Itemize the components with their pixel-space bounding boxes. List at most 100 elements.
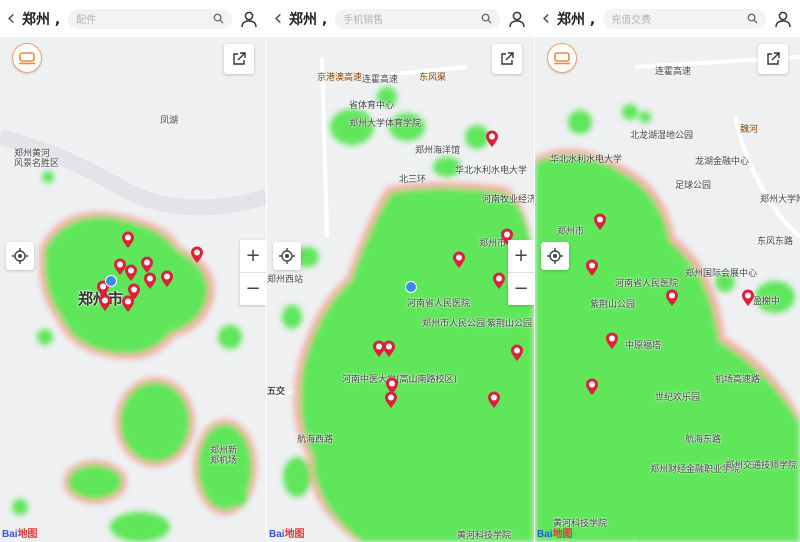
zoom-out-button[interactable]: − bbox=[508, 273, 534, 305]
map-label: 华北水利水电大学 bbox=[550, 155, 623, 165]
map-label: 风景名胜区 bbox=[14, 159, 60, 169]
map-label: 连霍高速 bbox=[655, 67, 692, 77]
map-label: 五交 bbox=[267, 387, 286, 397]
baidu-map-text: 地图 bbox=[17, 529, 38, 540]
back-icon[interactable]: ‹ bbox=[0, 0, 22, 37]
pin-icon[interactable] bbox=[384, 391, 398, 409]
road-label: 魏河 bbox=[740, 125, 759, 135]
baidu-brand: Bai bbox=[269, 529, 285, 540]
map-label: 郑州国际会展中心 bbox=[685, 269, 758, 279]
map-label: 紫荆山公园 bbox=[590, 300, 636, 310]
search-icon[interactable] bbox=[213, 13, 224, 24]
search-icon[interactable] bbox=[481, 13, 492, 24]
city-selector[interactable]: 郑州 , bbox=[557, 9, 595, 29]
pin-icon[interactable] bbox=[665, 289, 679, 307]
back-icon[interactable]: ‹ bbox=[535, 0, 557, 37]
pin-icon[interactable] bbox=[585, 378, 599, 396]
zoom-in-button[interactable]: + bbox=[240, 240, 266, 273]
map-label: 河南省人民医院 bbox=[615, 279, 679, 289]
map-label: 中原福塔 bbox=[625, 341, 662, 351]
map-label: 足球公园 bbox=[675, 181, 712, 191]
pin-icon[interactable] bbox=[510, 344, 524, 362]
share-icon[interactable] bbox=[758, 44, 788, 74]
search-input[interactable]: 充值交费 bbox=[603, 8, 766, 29]
map-label: 黄河科技学院 bbox=[457, 531, 512, 541]
zoom-in-button[interactable]: + bbox=[508, 240, 534, 273]
zoom-control: + − bbox=[240, 240, 266, 305]
map-panel-1: ‹ 郑州 , 配件 凤湖 郑州黄河 风景名胜区 郑州新 郑机场 + − Bai地… bbox=[0, 0, 266, 542]
baidu-logo: Bai地图 bbox=[269, 525, 305, 540]
pin-icon[interactable] bbox=[741, 289, 755, 307]
screenshot-root: ‹ 郑州 , 配件 凤湖 郑州黄河 风景名胜区 郑州新 郑机场 + − Bai地… bbox=[0, 0, 800, 542]
logo-icon[interactable] bbox=[12, 43, 42, 73]
pin-icon[interactable] bbox=[605, 332, 619, 350]
pin-icon[interactable] bbox=[487, 391, 501, 409]
map-panel-2: ‹ 郑州 , 手机销售 京港澳高速 连霍高速 东风渠 省体育中心 郑州大学体育学… bbox=[267, 0, 534, 542]
map-label: 盈榭中 bbox=[753, 297, 781, 307]
map-label: 河南牧业经济学院(北林校区) bbox=[482, 195, 534, 205]
map-label: 华北水利水电大学 bbox=[455, 166, 528, 176]
map-label: 北龙湖湿地公园 bbox=[630, 131, 694, 141]
pin-icon[interactable] bbox=[492, 272, 506, 290]
road-label: 京港澳高速 bbox=[317, 73, 363, 83]
map-label: 连霍高速 bbox=[362, 75, 399, 85]
pin-icon[interactable] bbox=[121, 231, 135, 249]
map-label: 机场高速路 bbox=[715, 375, 761, 385]
map-label: 龙湖金融中心 bbox=[695, 157, 750, 167]
map-label: 郑州大学体育学院 bbox=[349, 119, 422, 129]
pin-icon[interactable] bbox=[485, 130, 499, 148]
location-dot-icon bbox=[405, 281, 417, 293]
location-dot-icon bbox=[105, 275, 117, 287]
map-label: 北三环 bbox=[399, 175, 427, 185]
map-label: 航海东路 bbox=[685, 435, 722, 445]
pin-icon[interactable] bbox=[121, 295, 135, 313]
pin-icon[interactable] bbox=[124, 264, 138, 282]
top-bar: ‹ 郑州 , 手机销售 bbox=[267, 0, 534, 37]
pin-icon[interactable] bbox=[143, 272, 157, 290]
pin-icon[interactable] bbox=[190, 246, 204, 264]
top-bar: ‹ 郑州 , 充值交费 bbox=[535, 0, 800, 37]
zoom-control: + − bbox=[508, 240, 534, 305]
locate-icon[interactable] bbox=[6, 242, 34, 270]
back-icon[interactable]: ‹ bbox=[267, 0, 289, 37]
pin-icon[interactable] bbox=[160, 270, 174, 288]
pin-icon[interactable] bbox=[98, 294, 112, 312]
pin-icon[interactable] bbox=[382, 340, 396, 358]
locate-icon[interactable] bbox=[273, 242, 301, 270]
pin-icon[interactable] bbox=[452, 251, 466, 269]
baidu-map-text: 地图 bbox=[552, 529, 573, 540]
zoom-out-button[interactable]: − bbox=[240, 273, 266, 305]
logo-icon[interactable] bbox=[547, 43, 577, 73]
city-selector[interactable]: 郑州 , bbox=[289, 9, 327, 29]
map-label: 紫荆山公园 bbox=[487, 319, 533, 329]
share-icon[interactable] bbox=[224, 44, 254, 74]
pin-icon[interactable] bbox=[593, 213, 607, 231]
road-label: 东风渠 bbox=[419, 73, 447, 83]
search-input[interactable]: 配件 bbox=[68, 8, 232, 29]
search-placeholder: 充值交费 bbox=[611, 15, 652, 26]
search-icon[interactable] bbox=[747, 13, 758, 24]
baidu-logo: Bai地图 bbox=[537, 525, 573, 540]
map-label: 省体育中心 bbox=[349, 101, 395, 111]
map-label: 郑州海洋馆 bbox=[415, 146, 461, 156]
baidu-brand: Bai bbox=[537, 529, 553, 540]
search-input[interactable]: 手机销售 bbox=[335, 8, 500, 29]
city-selector[interactable]: 郑州 , bbox=[22, 9, 60, 29]
share-icon[interactable] bbox=[492, 44, 522, 74]
map-label: 郑州市人民公园 bbox=[422, 319, 486, 329]
baidu-map-text: 地图 bbox=[284, 529, 305, 540]
top-bar: ‹ 郑州 , 配件 bbox=[0, 0, 266, 37]
baidu-brand: Bai bbox=[2, 529, 18, 540]
locate-icon[interactable] bbox=[541, 242, 569, 270]
pin-icon[interactable] bbox=[585, 259, 599, 277]
map-label: 郑州西站 bbox=[267, 275, 304, 285]
user-icon[interactable] bbox=[766, 10, 800, 28]
search-placeholder: 手机销售 bbox=[343, 15, 384, 26]
map-label: 凤湖 bbox=[160, 116, 179, 126]
map-label: 世纪欢乐园 bbox=[655, 393, 701, 403]
search-placeholder: 配件 bbox=[76, 15, 97, 26]
user-icon[interactable] bbox=[500, 10, 534, 28]
baidu-logo: Bai地图 bbox=[2, 525, 38, 540]
map-label: 郑州交通技师学院 bbox=[725, 461, 798, 471]
user-icon[interactable] bbox=[232, 10, 266, 28]
